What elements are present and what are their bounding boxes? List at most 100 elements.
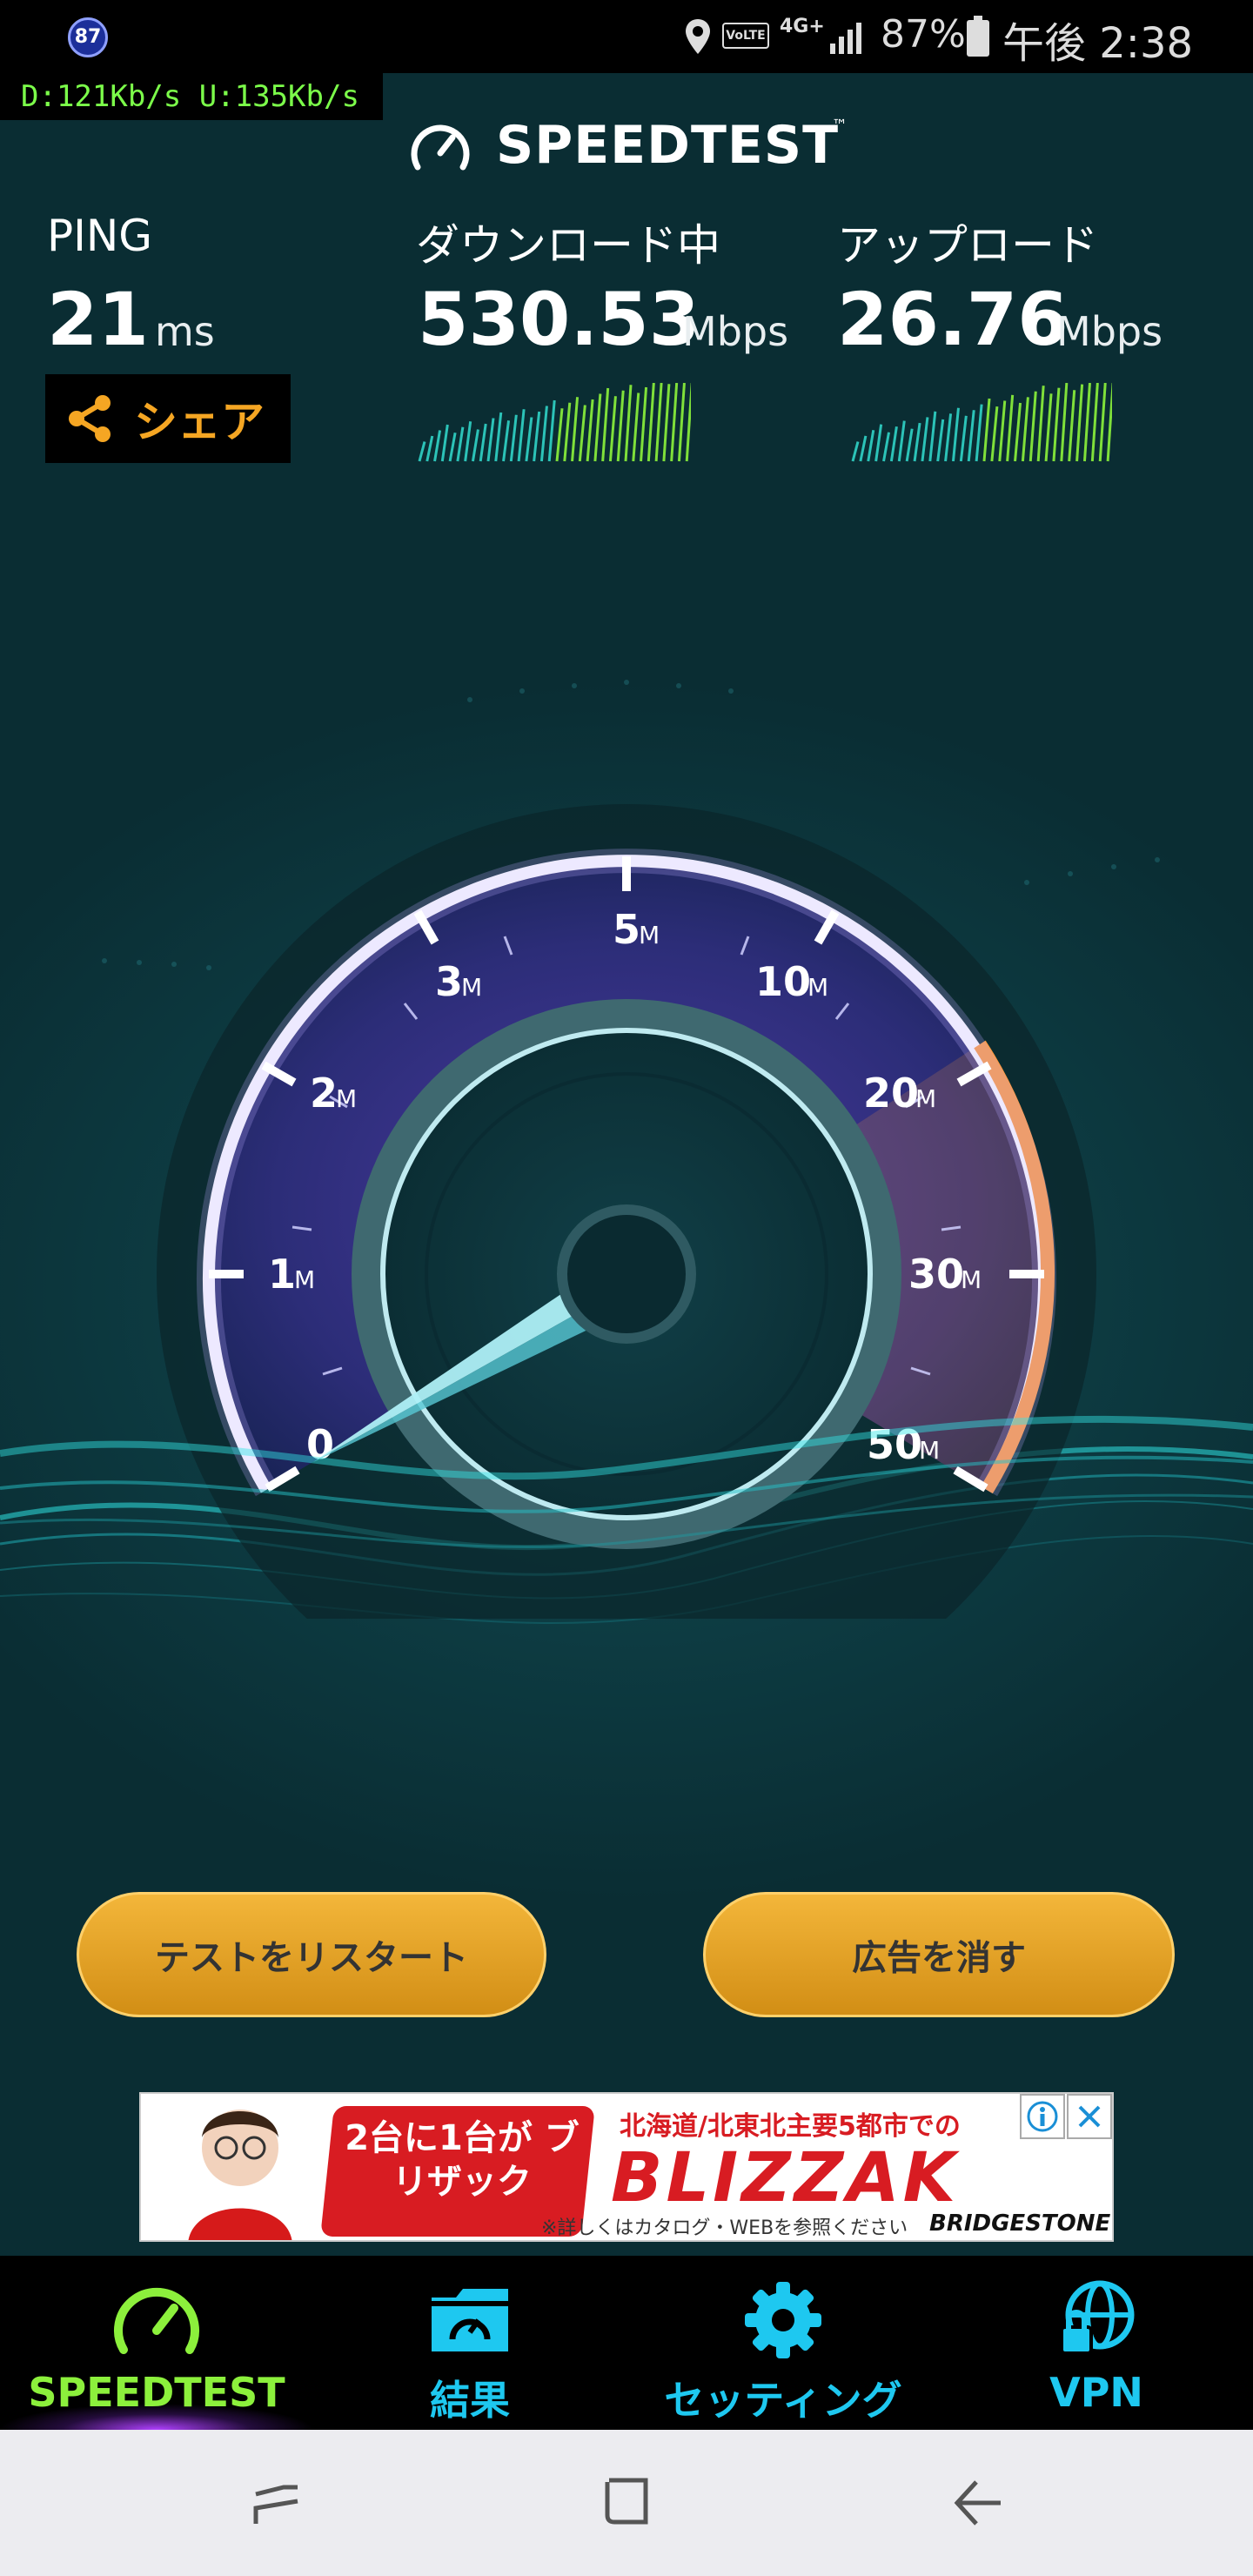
- download-unit: Mbps: [682, 308, 789, 355]
- graph-bar: [882, 432, 891, 462]
- graph-bar: [1075, 384, 1084, 462]
- graph-bar: [563, 402, 572, 462]
- graph-bar: [586, 399, 594, 462]
- ad-headline: 北海道/北東北主要5都市での: [620, 2111, 961, 2142]
- graph-bar: [921, 417, 929, 462]
- nav-vpn-label: VPN: [1049, 2369, 1143, 2416]
- network-type: 4G+: [780, 16, 825, 37]
- restart-test-button[interactable]: テストをリスタート: [77, 1892, 546, 2017]
- graph-bar: [654, 383, 663, 462]
- vpn-globe-lock-icon: [1060, 2280, 1135, 2355]
- graph-bar: [571, 397, 580, 462]
- notification-badge: 87: [68, 17, 108, 57]
- network-speed-text: D:121Kb/s U:135Kb/s: [21, 79, 359, 114]
- graph-bar: [897, 420, 906, 462]
- nav-speedtest[interactable]: SPEEDTEST: [0, 2256, 313, 2430]
- graph-bar: [1006, 394, 1015, 462]
- gauge-tick-30: 30: [908, 1251, 964, 1298]
- graph-bar: [1060, 383, 1069, 462]
- graph-bar: [448, 432, 457, 462]
- badge-count: 87: [74, 26, 102, 48]
- graph-bar: [967, 410, 975, 462]
- upload-graph: [851, 383, 1112, 462]
- graph-bar: [1021, 397, 1029, 462]
- back-icon[interactable]: [950, 2475, 1006, 2531]
- graph-bar: [936, 419, 945, 462]
- volte-indicator: VoLTE: [722, 23, 769, 49]
- bottom-navigation: SPEEDTEST 結果 セッティング VPN: [0, 2256, 1253, 2430]
- graph-bar: [677, 383, 686, 462]
- graph-bar: [433, 430, 442, 462]
- network-speed-meter: D:121Kb/s U:135Kb/s: [0, 73, 383, 120]
- graph-bar: [539, 406, 548, 462]
- graph-bar: [456, 426, 465, 462]
- graph-bar: [990, 406, 999, 462]
- recents-icon[interactable]: [249, 2475, 305, 2531]
- graph-bar: [670, 383, 679, 462]
- graph-bar: [998, 400, 1007, 462]
- ad-banner[interactable]: 2台に1台が ブリザック 北海道/北東北主要5都市での BLIZZAK ※詳しく…: [139, 2092, 1114, 2242]
- nav-speedtest-label: SPEEDTEST: [28, 2369, 285, 2416]
- graph-bar: [464, 421, 472, 462]
- ad-close-button[interactable]: [1067, 2094, 1112, 2139]
- upload-value: 26.76: [837, 277, 1069, 362]
- graph-bar: [982, 398, 991, 462]
- ad-info-button[interactable]: [1020, 2094, 1065, 2139]
- graph-bar: [1052, 387, 1061, 462]
- nav-settings[interactable]: セッティング: [626, 2256, 940, 2430]
- graph-bar: [601, 387, 610, 462]
- trademark: ™: [832, 117, 848, 135]
- gauge-unit-1: M: [294, 1265, 315, 1294]
- graph-bar: [905, 428, 914, 462]
- graph-bar: [440, 424, 449, 462]
- remove-ads-button[interactable]: 広告を消す: [703, 1892, 1175, 2017]
- graph-bar: [975, 404, 983, 462]
- graph-bar: [555, 408, 564, 462]
- network-label: 4G+: [780, 16, 825, 37]
- graph-bar: [502, 420, 511, 462]
- download-label: ダウンロード中: [416, 220, 720, 271]
- nav-results-label: 結果: [430, 2377, 510, 2424]
- graph-bar: [959, 415, 968, 462]
- graph-bar: [593, 393, 602, 462]
- gauge-unit-30: M: [961, 1265, 982, 1294]
- clock: 午後 2:38: [1002, 9, 1193, 70]
- clock-label: 午後 2:38: [1002, 19, 1194, 68]
- graph-bar: [525, 417, 533, 462]
- graph-bar: [889, 426, 898, 462]
- graph-bar: [951, 407, 960, 462]
- battery-icon: [967, 16, 989, 57]
- location-icon: [686, 19, 710, 54]
- speedtest-logo-icon: [411, 124, 470, 171]
- graph-bar: [1029, 391, 1037, 462]
- gauge-tick-20: 20: [863, 1070, 919, 1117]
- close-icon: [1078, 2105, 1101, 2128]
- graph-bar: [608, 396, 617, 462]
- ad-person-image: [188, 2110, 292, 2240]
- graph-bar: [471, 429, 479, 462]
- share-button[interactable]: シェア: [45, 374, 291, 463]
- graph-bar: [624, 385, 633, 462]
- upload-unit: Mbps: [1056, 308, 1163, 355]
- home-icon[interactable]: [600, 2473, 653, 2529]
- graph-bar: [616, 390, 625, 462]
- download-graph: [418, 383, 691, 462]
- speedometer-icon: [114, 2287, 199, 2354]
- graph-bar: [874, 424, 883, 462]
- share-label: シェア: [134, 397, 265, 447]
- graph-bar: [662, 384, 671, 462]
- graph-bar: [509, 414, 518, 462]
- gauge-tick-1: 1: [268, 1251, 296, 1298]
- graph-bar: [632, 392, 640, 462]
- ping-value: 21: [47, 277, 149, 362]
- graph-bar: [494, 412, 503, 462]
- ping-unit: ms: [155, 308, 215, 355]
- graph-bar: [1098, 383, 1107, 462]
- ad-brand: BLIZZAK: [611, 2139, 960, 2217]
- gauge-tick-5: 5: [613, 906, 640, 953]
- gauge-hub: [557, 1204, 696, 1344]
- nav-vpn[interactable]: VPN: [940, 2256, 1253, 2430]
- nav-results[interactable]: 結果: [313, 2256, 626, 2430]
- ad-footer: ※詳しくはカタログ・WEBを参照ください: [541, 2217, 908, 2239]
- share-icon: [69, 395, 111, 442]
